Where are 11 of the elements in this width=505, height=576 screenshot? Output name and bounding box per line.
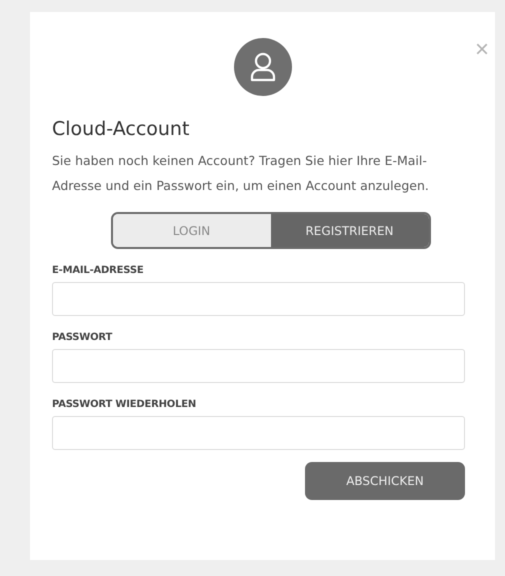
dialog-title: Cloud-Account bbox=[52, 118, 190, 140]
input-field[interactable] bbox=[52, 416, 465, 450]
input-field[interactable] bbox=[52, 349, 465, 383]
field-label: PASSWORT WIEDERHOLEN bbox=[52, 399, 198, 410]
tab[interactable]: LOGIN bbox=[112, 214, 270, 247]
field-label: E-MAIL-ADRESSE bbox=[52, 265, 144, 276]
tab[interactable]: REGISTRIEREN bbox=[270, 214, 428, 247]
submit-button[interactable]: ABSCHICKEN bbox=[305, 462, 465, 500]
field-label: PASSWORT bbox=[52, 332, 114, 343]
description-text: Sie haben noch keinen Account? Tragen Sie hier Ihre E-Mail-Adresse und ein Passwort ein, um einen Account anzulegen. bbox=[52, 152, 430, 195]
input-field[interactable] bbox=[52, 282, 465, 316]
